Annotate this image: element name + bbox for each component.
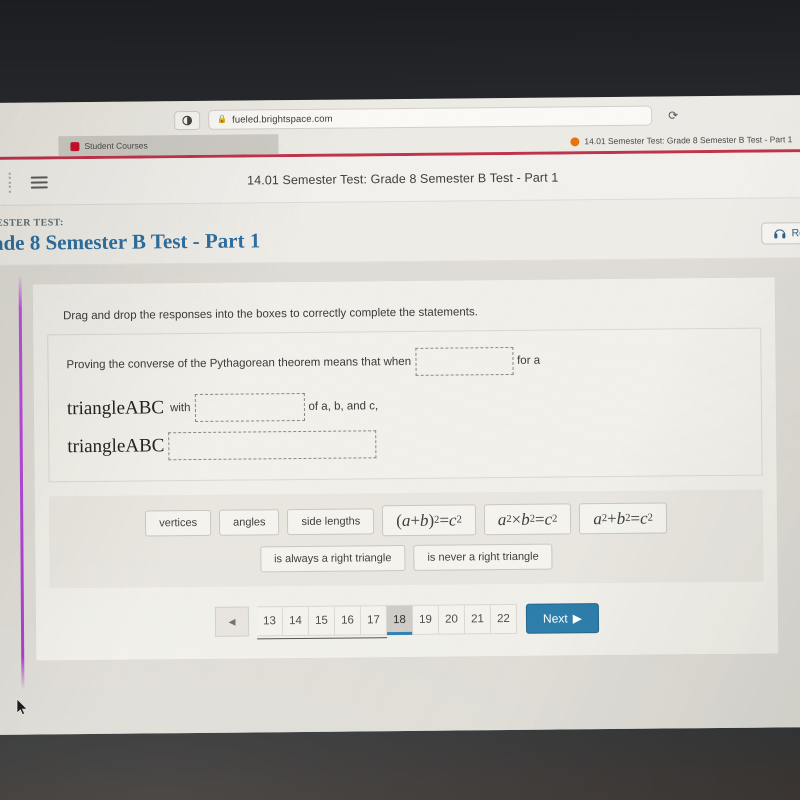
page-body: Drag and drop the responses into the box… [0,258,800,735]
pagination-page-18[interactable]: 18 [386,604,414,636]
statement-3-serif-before: triangle [67,435,126,458]
pagination: ◀ 13 14 15 16 17 18 19 20 21 22 Next ▶ [36,601,778,640]
answer-token-a-plus-b-squared[interactable]: (a + b) 2 = c2 [382,504,476,537]
reading-button-label: Reading [791,226,800,240]
url-text: fueled.brightspace.com [232,113,333,126]
monitor-photo: 🔒 fueled.brightspace.com ⟳ Student Cours… [0,0,800,800]
answer-bank-row-2: is always a right triangle is never a ri… [59,542,753,575]
pagination-next-button[interactable]: Next ▶ [525,603,600,634]
lock-icon: 🔒 [217,114,228,124]
statement-1-text-before: Proving the converse of the Pythagorean … [66,355,412,372]
answer-token-never-right-triangle[interactable]: is never a right triangle [413,543,553,571]
hamburger-menu-icon[interactable] [30,175,48,189]
statement-line-3: triangle ABC [67,427,743,461]
page-eyebrow: SEMESTER TEST: [0,217,64,230]
app-bar-title: 14.01 Semester Test: Grade 8 Semester B … [247,170,559,187]
answer-token-side-lengths[interactable]: side lengths [287,507,375,535]
pagination-progress-rule [257,637,388,640]
headphones-icon [775,229,786,238]
mouse-pointer-icon [16,698,29,721]
answer-token-a-times-b-squared[interactable]: a2 × b2 = c2 [483,503,572,536]
pagination-controls: ◀ 13 14 15 16 17 18 19 20 21 22 Next ▶ [214,603,600,640]
tab-label: Student Courses [84,140,148,152]
reader-mode-icon[interactable] [174,110,201,130]
statement-2-text-after: of a, b, and c, [308,400,379,413]
reload-icon[interactable]: ⟳ [668,108,678,122]
answer-bank: vertices angles side lengths (a + b) 2 = … [48,489,764,589]
answer-token-always-right-triangle[interactable]: is always a right triangle [259,544,406,573]
statement-line-1: Proving the converse of the Pythagorean … [66,345,742,379]
statement-3-triangle-label: ABC [125,435,165,457]
screen: 🔒 fueled.brightspace.com ⟳ Student Cours… [0,95,800,735]
pagination-page-21[interactable]: 21 [464,604,492,635]
drag-dots-icon [8,172,11,193]
triangle-right-icon: ▶ [572,611,582,626]
tab-label: 14.01 Semester Test: Grade 8 Semester B … [584,134,793,147]
browser-tab-semester-test[interactable]: 14.01 Semester Test: Grade 8 Semester B … [558,129,800,151]
browser-tab-student-courses[interactable]: Student Courses [58,134,279,157]
answer-token-pythagorean[interactable]: a2 + b2 = c2 [579,502,668,535]
pagination-prev-button[interactable]: ◀ [214,606,250,637]
orange-circle-favicon [570,136,580,146]
app-top-bar: 14.01 Semester Test: Grade 8 Semester B … [0,152,800,206]
answer-token-vertices[interactable]: vertices [145,509,212,536]
pagination-page-17[interactable]: 17 [360,605,388,636]
answer-bank-row-1: vertices angles side lengths (a + b) 2 = … [59,502,753,540]
pagination-page-20[interactable]: 20 [438,604,466,635]
reading-button[interactable]: Reading C [761,221,800,245]
statement-line-2: triangle ABC with of a, b, and c, [67,389,743,423]
statement-1-text-after: for a [517,354,541,367]
question-card: Drag and drop the responses into the box… [31,276,780,662]
pagination-page-14[interactable]: 14 [282,605,310,637]
browser-chrome: 🔒 fueled.brightspace.com ⟳ Student Cours… [0,95,800,160]
pagination-page-22[interactable]: 22 [490,603,518,635]
next-button-label: Next [542,611,568,626]
pagination-page-13[interactable]: 13 [256,606,284,637]
statement-2-with: with [169,402,191,415]
answer-token-angles[interactable]: angles [218,508,280,536]
page-header: SEMESTER TEST: Grade 8 Semester B Test -… [0,198,800,266]
statement-2-triangle-label: ABC [124,397,165,419]
dropzone-2[interactable] [194,392,305,423]
statement-panel: Proving the converse of the Pythagorean … [47,327,763,483]
address-bar[interactable]: 🔒 fueled.brightspace.com [208,105,653,130]
red-square-favicon [70,141,80,151]
page-title: Grade 8 Semester B Test - Part 1 [0,228,261,256]
dropzone-3[interactable] [168,430,377,461]
pagination-page-16[interactable]: 16 [334,605,362,636]
pagination-page-15[interactable]: 15 [308,605,336,636]
dropzone-1[interactable] [414,346,514,376]
pagination-page-19[interactable]: 19 [412,604,440,635]
statement-2-serif-before: triangle [66,397,126,420]
